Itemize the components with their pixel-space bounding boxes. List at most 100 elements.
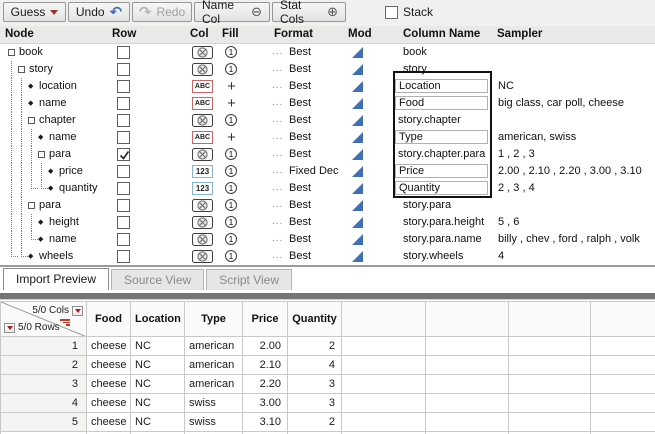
- format-ellipsis-button[interactable]: ...: [272, 197, 283, 212]
- modeling-type-icon[interactable]: [352, 217, 363, 231]
- data-cell[interactable]: 3.00: [243, 394, 288, 413]
- data-cell[interactable]: 3: [288, 375, 342, 394]
- format-ellipsis-button[interactable]: ...: [272, 146, 283, 161]
- fill-plus-icon[interactable]: +: [225, 95, 238, 112]
- tree-row-story[interactable]: story1...Beststory: [0, 61, 655, 78]
- format-ellipsis-button[interactable]: ...: [272, 112, 283, 127]
- row-checkbox[interactable]: [117, 216, 130, 229]
- format-ellipsis-button[interactable]: ...: [272, 231, 283, 246]
- data-cell[interactable]: 2: [288, 413, 342, 432]
- data-cell[interactable]: NC: [131, 413, 185, 432]
- column-name-input[interactable]: Food: [395, 96, 488, 110]
- preview-column-header-quantity[interactable]: Quantity: [288, 302, 342, 337]
- col-type-cell[interactable]: [192, 216, 213, 229]
- numeric-column-icon[interactable]: 123: [192, 165, 213, 178]
- row-checkbox[interactable]: [117, 46, 130, 59]
- col-type-cell[interactable]: [192, 63, 213, 76]
- guess-button[interactable]: Guess: [3, 2, 66, 22]
- tree-row-story.wheels[interactable]: ◆wheels1...Beststory.wheels4: [0, 248, 655, 265]
- format-ellipsis-button[interactable]: ...: [272, 163, 283, 178]
- tree-row-story.para.height[interactable]: ◆height1...Beststory.para.height5 , 6: [0, 214, 655, 231]
- modeling-type-icon[interactable]: [352, 81, 363, 95]
- tab-source-view[interactable]: Source View: [111, 269, 204, 290]
- fill-once-icon[interactable]: 1: [225, 199, 237, 211]
- data-cell[interactable]: 4: [288, 356, 342, 375]
- column-name-input[interactable]: Location: [395, 79, 488, 93]
- fill-once-icon[interactable]: 1: [225, 148, 237, 160]
- column-name-input[interactable]: Price: [395, 164, 488, 178]
- tree-row-Food[interactable]: ◆nameABC+...BestFoodbig class, car poll,…: [0, 95, 655, 112]
- format-ellipsis-button[interactable]: ...: [272, 129, 283, 144]
- rows-menu-button[interactable]: [4, 323, 15, 333]
- modeling-type-icon[interactable]: [352, 166, 363, 180]
- data-cell[interactable]: american: [185, 356, 243, 375]
- format-ellipsis-button[interactable]: ...: [272, 44, 283, 59]
- data-cell[interactable]: american: [185, 375, 243, 394]
- row-checkbox[interactable]: [117, 233, 130, 246]
- data-cell[interactable]: cheese: [87, 394, 131, 413]
- row-number-cell[interactable]: 3: [1, 375, 87, 394]
- tree-row-Quantity[interactable]: ◆quantity1231...BestQuantity2 , 3 , 4: [0, 180, 655, 197]
- modeling-type-icon[interactable]: [352, 234, 363, 248]
- row-number-cell[interactable]: 5: [1, 413, 87, 432]
- data-cell[interactable]: cheese: [87, 356, 131, 375]
- row-checkbox[interactable]: [117, 199, 130, 212]
- redo-button[interactable]: ↷ Redo: [132, 2, 192, 22]
- format-ellipsis-button[interactable]: ...: [272, 61, 283, 76]
- data-cell[interactable]: NC: [131, 356, 185, 375]
- data-cell[interactable]: 2.10: [243, 356, 288, 375]
- fill-once-icon[interactable]: 1: [225, 63, 237, 75]
- row-number-cell[interactable]: 4: [1, 394, 87, 413]
- character-column-icon[interactable]: ABC: [192, 131, 213, 144]
- tab-script-view[interactable]: Script View: [206, 269, 292, 290]
- data-cell[interactable]: NC: [131, 394, 185, 413]
- row-checkbox[interactable]: [117, 63, 130, 76]
- tree-row-Type[interactable]: ◆nameABC+...BestTypeamerican, swiss: [0, 129, 655, 146]
- format-ellipsis-button[interactable]: ...: [272, 180, 283, 195]
- row-checkbox[interactable]: [117, 114, 130, 127]
- col-type-cell[interactable]: [192, 114, 213, 127]
- row-checkbox[interactable]: [117, 182, 130, 195]
- fill-once-icon[interactable]: 1: [225, 216, 237, 228]
- modeling-type-icon[interactable]: [352, 47, 363, 61]
- data-cell[interactable]: swiss: [185, 394, 243, 413]
- modeling-type-icon[interactable]: [352, 98, 363, 112]
- format-ellipsis-button[interactable]: ...: [272, 214, 283, 229]
- table-corner-cell[interactable]: 5/0 Cols5/0 Rows: [1, 302, 87, 337]
- col-type-cell[interactable]: [192, 148, 213, 161]
- preview-column-header-type[interactable]: Type: [185, 302, 243, 337]
- data-cell[interactable]: american: [185, 337, 243, 356]
- data-cell[interactable]: NC: [131, 337, 185, 356]
- modeling-type-icon[interactable]: [352, 200, 363, 214]
- data-cell[interactable]: cheese: [87, 337, 131, 356]
- character-column-icon[interactable]: ABC: [192, 97, 213, 110]
- col-type-cell[interactable]: [192, 199, 213, 212]
- fill-once-icon[interactable]: 1: [225, 114, 237, 126]
- undo-button[interactable]: Undo ↶: [68, 2, 130, 22]
- fill-plus-icon[interactable]: +: [225, 78, 238, 95]
- preview-column-header-location[interactable]: Location: [131, 302, 185, 337]
- format-ellipsis-button[interactable]: ...: [272, 248, 283, 263]
- modeling-type-icon[interactable]: [352, 115, 363, 129]
- modeling-type-icon[interactable]: [352, 64, 363, 78]
- columns-menu-button[interactable]: [72, 306, 83, 316]
- column-name-input[interactable]: Type: [395, 130, 488, 144]
- modeling-type-icon[interactable]: [352, 251, 363, 265]
- tree-row-story.para[interactable]: para1...Beststory.para: [0, 197, 655, 214]
- row-checkbox[interactable]: [117, 80, 130, 93]
- data-cell[interactable]: 3.10: [243, 413, 288, 432]
- data-cell[interactable]: swiss: [185, 413, 243, 432]
- numeric-column-icon[interactable]: 123: [192, 182, 213, 195]
- row-checkbox[interactable]: [117, 148, 130, 161]
- data-cell[interactable]: cheese: [87, 413, 131, 432]
- format-ellipsis-button[interactable]: ...: [272, 95, 283, 110]
- preview-column-header-food[interactable]: Food: [87, 302, 131, 337]
- row-checkbox[interactable]: [117, 97, 130, 110]
- stack-checkbox[interactable]: [385, 6, 398, 19]
- pane-splitter[interactable]: [0, 265, 655, 267]
- tree-row-story.chapter[interactable]: chapter1...Beststory.chapter: [0, 112, 655, 129]
- fill-once-icon[interactable]: 1: [225, 182, 237, 194]
- name-col-button[interactable]: Name Col ⊖: [194, 2, 270, 22]
- row-checkbox[interactable]: [117, 131, 130, 144]
- modeling-type-icon[interactable]: [352, 149, 363, 163]
